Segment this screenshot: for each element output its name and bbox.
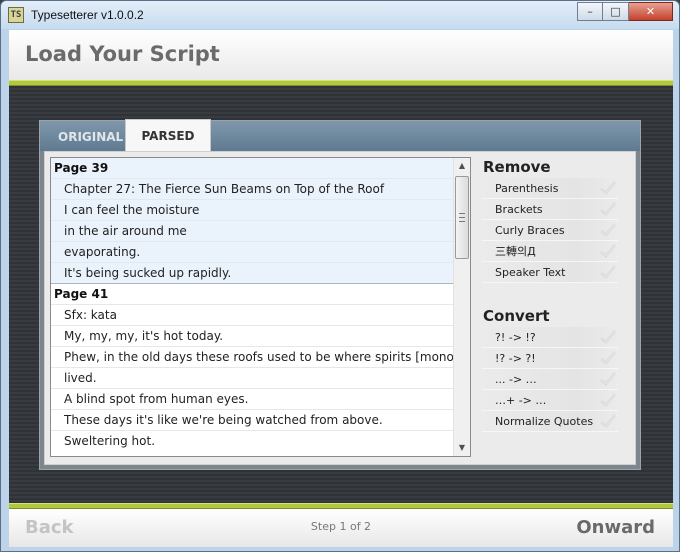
grip-icon bbox=[459, 213, 465, 222]
step-indicator: Step 1 of 2 bbox=[310, 520, 372, 533]
maximize-button[interactable]: □ bbox=[603, 2, 629, 21]
check-icon bbox=[600, 244, 616, 258]
list-item[interactable]: These days it's like we're being watched… bbox=[51, 409, 455, 430]
option-label: Speaker Text bbox=[495, 266, 566, 279]
option-remove-brackets[interactable]: Brackets bbox=[482, 199, 618, 220]
app-window: TS Typesetterer v1.0.0.2 – □ ✕ Load Your… bbox=[0, 0, 680, 552]
option-convert-ellipsis[interactable]: ... -> … bbox=[482, 369, 618, 390]
list-item[interactable]: I can feel the moisture bbox=[51, 199, 455, 220]
options-panel: Remove Parenthesis Brackets Curly Braces… bbox=[479, 152, 629, 432]
option-label: Parenthesis bbox=[495, 182, 559, 195]
option-remove-speaker-text[interactable]: Speaker Text bbox=[482, 262, 618, 283]
page-header: Load Your Script bbox=[9, 30, 673, 80]
script-list-content: Page 39 Chapter 27: The Fierce Sun Beams… bbox=[51, 158, 455, 451]
check-icon bbox=[600, 351, 616, 365]
list-item[interactable]: Sweltering hot. bbox=[51, 430, 455, 451]
option-label: Brackets bbox=[495, 203, 543, 216]
tab-original[interactable]: ORIGINAL bbox=[46, 124, 126, 151]
check-icon bbox=[600, 181, 616, 195]
onward-button[interactable]: Onward bbox=[576, 517, 655, 538]
check-icon bbox=[600, 393, 616, 407]
wizard-footer: Back Step 1 of 2 Onward bbox=[9, 509, 673, 547]
list-item[interactable]: My, my, my, it's hot today. bbox=[51, 325, 455, 346]
tab-parsed[interactable]: PARSED bbox=[125, 119, 211, 151]
page-group-39[interactable]: Page 39 Chapter 27: The Fierce Sun Beams… bbox=[51, 158, 455, 283]
check-icon bbox=[600, 414, 616, 428]
list-item[interactable]: Phew, in the old days these roofs used t… bbox=[51, 346, 455, 367]
script-panel: ORIGINAL PARSED Page 39 Chapter 27: The … bbox=[39, 119, 641, 470]
check-icon bbox=[600, 372, 616, 386]
option-convert-interrobang-1[interactable]: ?! -> !? bbox=[482, 327, 618, 348]
page-group-41[interactable]: Page 41 Sfx: kata My, my, my, it's hot t… bbox=[51, 283, 455, 451]
convert-section-title: Convert bbox=[483, 307, 550, 325]
check-icon bbox=[600, 223, 616, 237]
option-remove-symbols[interactable]: 三轉의Д bbox=[482, 241, 618, 262]
app-logo-icon: TS bbox=[8, 7, 24, 23]
page-heading[interactable]: Page 41 bbox=[51, 284, 455, 304]
list-item[interactable]: lived. bbox=[51, 367, 455, 388]
scroll-thumb[interactable] bbox=[455, 176, 469, 259]
content-area: ORIGINAL PARSED Page 39 Chapter 27: The … bbox=[9, 86, 673, 503]
check-icon bbox=[600, 330, 616, 344]
option-remove-curly-braces[interactable]: Curly Braces bbox=[482, 220, 618, 241]
remove-section-title: Remove bbox=[483, 158, 551, 176]
list-item[interactable]: in the air around me bbox=[51, 220, 455, 241]
vertical-scrollbar[interactable]: ▲ ▼ bbox=[453, 158, 470, 456]
option-label: Curly Braces bbox=[495, 224, 565, 237]
tab-content: Page 39 Chapter 27: The Fierce Sun Beams… bbox=[44, 151, 636, 465]
option-remove-parenthesis[interactable]: Parenthesis bbox=[482, 178, 618, 199]
title-bar[interactable]: TS Typesetterer v1.0.0.2 – □ ✕ bbox=[1, 1, 679, 29]
option-label: !? -> ?! bbox=[495, 352, 536, 365]
close-button[interactable]: ✕ bbox=[629, 2, 673, 21]
option-label: Normalize Quotes bbox=[495, 415, 594, 428]
option-label: ... -> … bbox=[495, 373, 537, 386]
page-title: Load Your Script bbox=[25, 42, 220, 66]
tab-bar: ORIGINAL PARSED bbox=[40, 119, 640, 151]
option-label: …+ -> … bbox=[495, 394, 547, 407]
list-item[interactable]: Sfx: kata bbox=[51, 304, 455, 325]
parsed-script-list[interactable]: Page 39 Chapter 27: The Fierce Sun Beams… bbox=[50, 157, 471, 457]
list-item[interactable]: A blind spot from human eyes. bbox=[51, 388, 455, 409]
check-icon bbox=[600, 202, 616, 216]
option-convert-multi-ellipsis[interactable]: …+ -> … bbox=[482, 390, 618, 411]
window-title: Typesetterer v1.0.0.2 bbox=[31, 8, 144, 22]
list-item[interactable]: Chapter 27: The Fierce Sun Beams on Top … bbox=[51, 178, 455, 199]
option-label: 三轉의Д bbox=[495, 245, 536, 258]
scroll-up-icon[interactable]: ▲ bbox=[454, 158, 470, 174]
check-icon bbox=[600, 265, 616, 279]
scroll-down-icon[interactable]: ▼ bbox=[454, 440, 470, 456]
page-heading[interactable]: Page 39 bbox=[51, 158, 455, 178]
option-normalize-quotes[interactable]: Normalize Quotes bbox=[482, 411, 618, 432]
option-convert-interrobang-2[interactable]: !? -> ?! bbox=[482, 348, 618, 369]
minimize-button[interactable]: – bbox=[577, 2, 603, 21]
list-item[interactable]: It's being sucked up rapidly. bbox=[51, 262, 455, 283]
list-item[interactable]: evaporating. bbox=[51, 241, 455, 262]
option-label: ?! -> !? bbox=[495, 331, 536, 344]
window-controls: – □ ✕ bbox=[577, 2, 673, 21]
